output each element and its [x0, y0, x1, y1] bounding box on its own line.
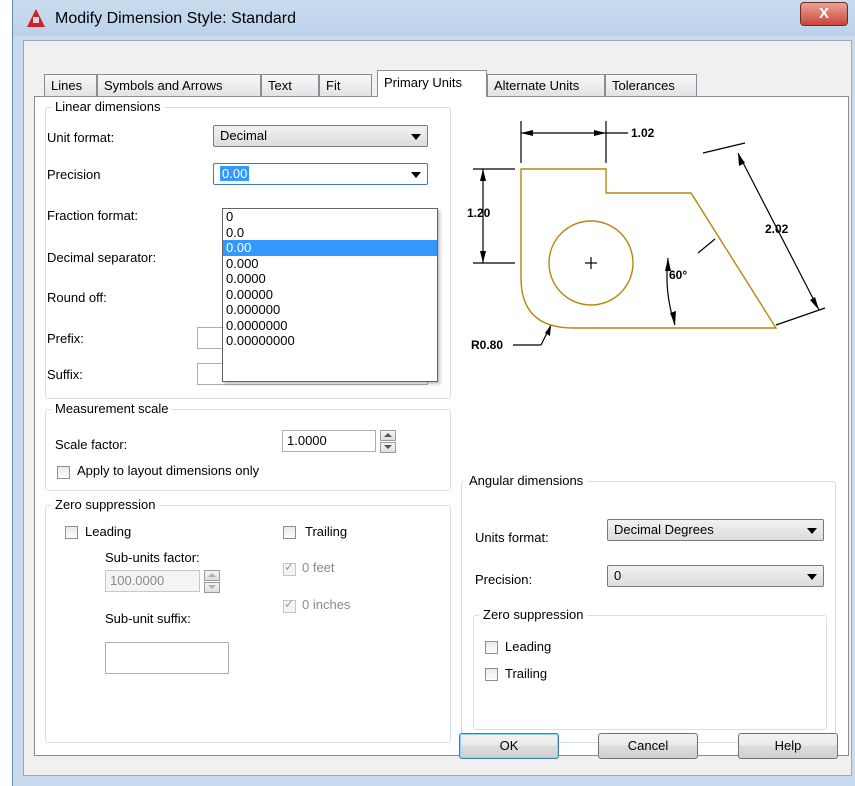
angular-units-format-combo[interactable]: Decimal Degrees	[607, 519, 824, 541]
round-off-label: Round off:	[47, 290, 107, 305]
precision-dropdown-list[interactable]: 0 0.0 0.00 0.000 0.0000 0.00000 0.000000…	[222, 208, 438, 382]
angular-units-format-label: Units format:	[475, 530, 549, 545]
dim-text-left: 1.20	[467, 206, 491, 220]
chevron-down-icon	[807, 528, 817, 534]
tab-text[interactable]: Text	[261, 74, 319, 96]
dim-extension-line	[702, 142, 746, 154]
tab-lines[interactable]: Lines	[44, 74, 97, 96]
chevron-down-icon	[411, 134, 421, 140]
dim-text-top: 1.02	[631, 126, 655, 140]
sub-unit-suffix-label: Sub-unit suffix:	[105, 611, 191, 626]
primary-units-panel: Linear dimensions Unit format: Decimal P…	[34, 96, 849, 756]
leading-checkbox[interactable]	[65, 526, 78, 539]
list-item[interactable]: 0.00000000	[223, 333, 437, 349]
tab-tolerances[interactable]: Tolerances	[605, 74, 697, 96]
spin-down-icon[interactable]	[204, 582, 220, 593]
dim-text-right: 2.02	[765, 222, 789, 236]
leading-label: Leading	[85, 524, 132, 539]
unit-format-value: Decimal	[220, 128, 267, 143]
dimension-preview: 1.02 1.20 2.02 60° R0.80	[467, 121, 826, 352]
list-item[interactable]: 0.0	[223, 225, 437, 241]
list-item[interactable]: 0	[223, 209, 437, 225]
ok-button[interactable]: OK	[459, 733, 559, 759]
angular-trailing-checkbox[interactable]	[485, 668, 498, 681]
sub-unit-suffix-input[interactable]	[105, 642, 229, 674]
spin-up-icon[interactable]	[380, 430, 396, 441]
linear-dimensions-title: Linear dimensions	[51, 99, 165, 114]
help-button[interactable]: Help	[738, 733, 838, 759]
precision-label: Precision	[47, 167, 101, 182]
dim-angle-leader	[697, 238, 716, 254]
close-button[interactable]: X	[800, 2, 848, 26]
zero-feet-checkbox[interactable]	[283, 560, 296, 576]
chevron-down-icon	[807, 574, 817, 580]
angular-leading-label: Leading	[505, 639, 552, 654]
list-item[interactable]: 0.0000000	[223, 318, 437, 334]
suffix-label: Suffix:	[47, 367, 83, 382]
angular-zero-suppression-title: Zero suppression	[479, 607, 588, 622]
list-item[interactable]: 0.0000	[223, 271, 437, 287]
angular-dimensions-title: Angular dimensions	[465, 473, 588, 488]
angular-units-format-value: Decimal Degrees	[614, 522, 714, 537]
apply-layout-checkbox[interactable]	[57, 466, 70, 479]
list-item[interactable]: 0.00000	[223, 287, 437, 303]
trailing-label: Trailing	[305, 524, 348, 539]
cancel-button[interactable]: Cancel	[598, 733, 698, 759]
dialog-client-area: Lines Symbols and Arrows Text Fit Primar…	[23, 40, 852, 776]
unit-format-label: Unit format:	[47, 130, 115, 145]
scale-factor-input[interactable]: 1.0000	[282, 430, 376, 452]
part-outline	[520, 168, 778, 329]
sub-units-factor-input[interactable]: 100.0000	[105, 570, 200, 592]
spin-down-icon[interactable]	[380, 442, 396, 453]
zero-inches-checkbox[interactable]	[283, 597, 296, 613]
zero-inches-label: 0 inches	[302, 597, 351, 612]
tab-primary-units[interactable]: Primary Units	[377, 70, 487, 97]
window-title: Modify Dimension Style: Standard	[55, 10, 296, 27]
fraction-format-label: Fraction format:	[47, 208, 139, 223]
angular-precision-label: Precision:	[475, 572, 533, 587]
angular-precision-value: 0	[614, 568, 622, 583]
dialog-window: Modify Dimension Style: Standard X Lines…	[12, 0, 855, 786]
measurement-scale-title: Measurement scale	[51, 401, 173, 416]
angular-trailing-label: Trailing	[505, 666, 548, 681]
dim-extension-line	[775, 307, 826, 326]
spin-up-icon[interactable]	[204, 570, 220, 581]
dim-text-radius: R0.80	[471, 338, 503, 352]
apply-layout-label: Apply to layout dimensions only	[77, 463, 260, 478]
autocad-app-icon	[27, 9, 45, 27]
unit-format-combo[interactable]: Decimal	[213, 125, 428, 147]
tab-symbols-and-arrows[interactable]: Symbols and Arrows	[97, 74, 261, 96]
sub-units-factor-spinner[interactable]	[204, 570, 220, 593]
title-bar[interactable]: Modify Dimension Style: Standard X	[13, 0, 855, 36]
list-item[interactable]: 0.00	[223, 240, 437, 256]
dim-text-angle: 60°	[669, 268, 687, 282]
sub-units-factor-label: Sub-units factor:	[105, 550, 200, 565]
precision-value: 0.00	[220, 166, 250, 181]
prefix-label: Prefix:	[47, 331, 84, 346]
tab-alternate-units[interactable]: Alternate Units	[487, 74, 605, 96]
precision-combo[interactable]: 0.00	[213, 163, 428, 185]
list-item[interactable]: 0.000000	[223, 302, 437, 318]
scale-factor-label: Scale factor:	[55, 437, 128, 452]
list-item[interactable]: 0.000	[223, 256, 437, 272]
tab-fit[interactable]: Fit	[319, 74, 372, 96]
zero-feet-label: 0 feet	[302, 560, 335, 575]
angular-precision-combo[interactable]: 0	[607, 565, 824, 587]
decimal-separator-label: Decimal separator:	[47, 250, 157, 265]
trailing-checkbox[interactable]	[283, 526, 296, 539]
scale-factor-spinner[interactable]	[380, 430, 396, 453]
zero-suppression-title: Zero suppression	[51, 497, 160, 512]
chevron-down-icon	[411, 172, 421, 178]
angular-leading-checkbox[interactable]	[485, 641, 498, 654]
